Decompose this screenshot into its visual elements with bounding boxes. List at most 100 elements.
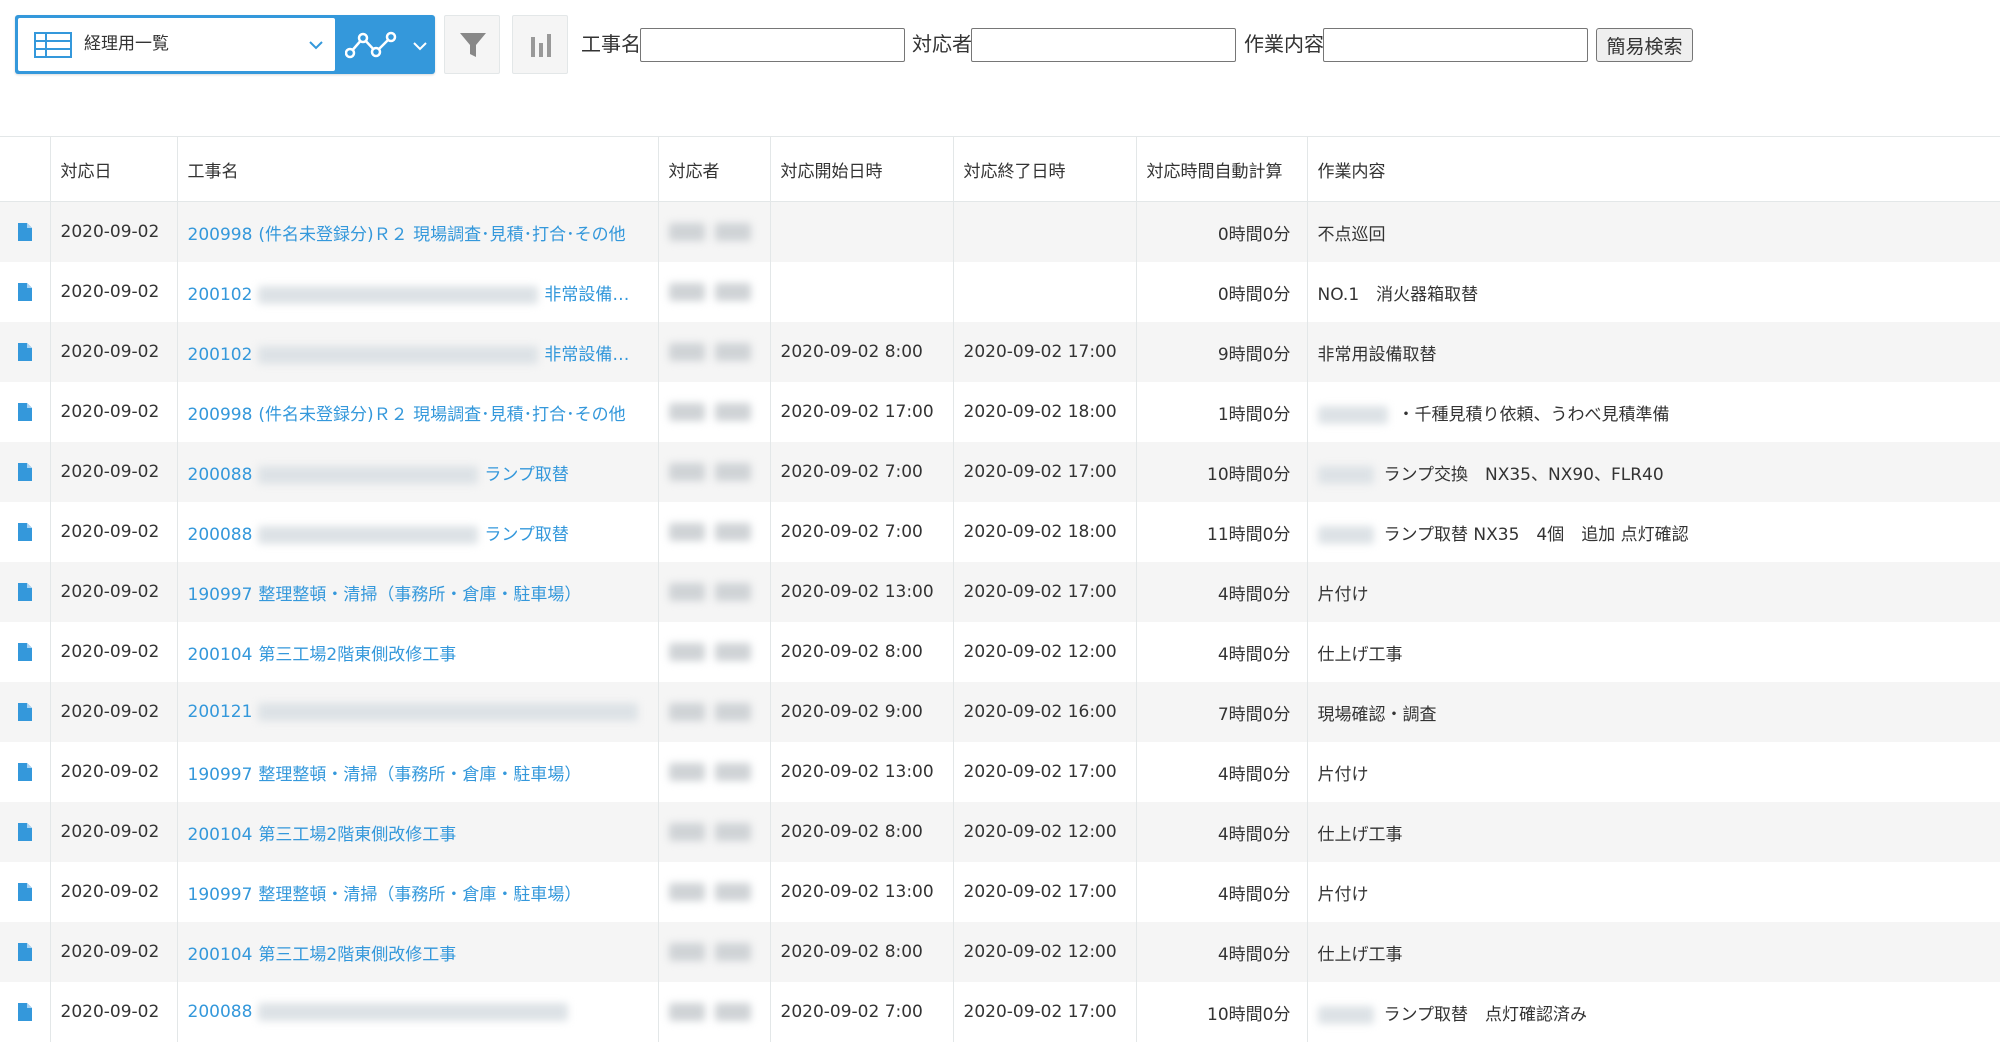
filter-label-project: 工事名 <box>581 32 641 56</box>
project-code-link[interactable]: 200102 <box>188 345 253 365</box>
graph-view-button[interactable] <box>335 15 435 74</box>
project-code-link[interactable]: 200104 <box>188 945 253 965</box>
date-cell: 2020-09-02 <box>50 622 178 682</box>
assignee-input[interactable] <box>971 28 1236 62</box>
table-row: 2020-09-02 200088 2020-09-02 7:00 2020-09-0… <box>0 982 2000 1042</box>
start-datetime-cell: 2020-09-02 7:00 <box>770 982 954 1042</box>
project-cell: 200104 第三工場2階東側改修工事 <box>177 622 659 682</box>
project-name-link[interactable]: ランプ取替 <box>484 525 569 545</box>
view-name: 経理用一覧 <box>84 34 169 54</box>
project-code-link[interactable]: 200088 <box>188 525 253 545</box>
assignee-cell <box>658 922 771 982</box>
project-name-link[interactable]: 第三工場2階東側改修工事 <box>258 825 456 845</box>
end-datetime-cell: 2020-09-02 12:00 <box>953 802 1137 862</box>
project-code-link[interactable]: 200104 <box>188 825 253 845</box>
chart-button[interactable] <box>512 15 568 74</box>
detail-cell[interactable] <box>0 682 51 742</box>
start-datetime-cell: 2020-09-02 17:00 <box>770 382 954 442</box>
assignee-cell <box>658 562 771 622</box>
work-content-text: ランプ交換 NX35、NX90、FLR40 <box>1383 464 1664 485</box>
detail-cell[interactable] <box>0 382 51 442</box>
start-datetime-cell: 2020-09-02 7:00 <box>770 442 954 502</box>
work-content-text: 仕上げ工事 <box>1317 944 1403 965</box>
project-name-link[interactable]: 第三工場2階東側改修工事 <box>258 645 456 665</box>
detail-cell[interactable] <box>0 862 51 922</box>
project-code-link[interactable]: 190997 <box>188 765 253 785</box>
column-header-end[interactable]: 対応終了日時 <box>953 137 1137 202</box>
detail-cell[interactable] <box>0 562 51 622</box>
filter-button[interactable] <box>444 15 500 74</box>
project-code-link[interactable]: 200104 <box>188 645 253 665</box>
redacted-assignee <box>714 583 751 601</box>
quick-search-button[interactable]: 簡易検索 <box>1596 28 1693 62</box>
work-content-cell: ランプ取替 NX35 4個 追加 点灯確認 <box>1307 502 2000 562</box>
detail-cell[interactable] <box>0 262 51 322</box>
graph-icon <box>344 29 397 65</box>
column-header-date[interactable]: 対応日 <box>50 137 178 202</box>
project-name-link[interactable]: 第三工場2階東側改修工事 <box>258 945 456 965</box>
redacted-assignee <box>714 283 751 301</box>
project-code-link[interactable]: 200088 <box>188 1002 253 1022</box>
list-view-icon <box>34 32 72 62</box>
redacted-assignee <box>668 643 705 661</box>
redacted-text <box>1317 1005 1374 1024</box>
redacted-assignee <box>714 763 751 781</box>
work-content-text: 不点巡回 <box>1317 224 1386 245</box>
project-name-link[interactable]: (件名未登録分)Ｒ２ 現場調査･見積･打合･その他 <box>258 225 625 245</box>
column-header-duration[interactable]: 対応時間自動計算 <box>1136 137 1308 202</box>
project-code-link[interactable]: 200088 <box>188 465 253 485</box>
detail-cell[interactable] <box>0 201 51 262</box>
end-datetime-cell: 2020-09-02 18:00 <box>953 382 1137 442</box>
column-header-project[interactable]: 工事名 <box>177 137 659 202</box>
detail-cell[interactable] <box>0 622 51 682</box>
table-body: 2020-09-02 200998 (件名未登録分)Ｒ２ 現場調査･見積･打合･その… <box>0 201 2000 1042</box>
project-code-link[interactable]: 200998 <box>188 405 253 425</box>
assignee-cell <box>658 682 771 742</box>
project-name-link[interactable]: ランプ取替 <box>484 465 569 485</box>
project-name-link[interactable]: 整理整頓・清掃（事務所・倉庫・駐車場） <box>258 585 581 605</box>
project-code-link[interactable]: 200998 <box>188 225 253 245</box>
redacted-assignee <box>668 1003 705 1021</box>
project-name-link[interactable]: 整理整頓・清掃（事務所・倉庫・駐車場） <box>258 885 581 905</box>
project-code-link[interactable]: 200102 <box>188 285 253 305</box>
project-code-link[interactable]: 190997 <box>188 585 253 605</box>
project-name-link[interactable]: 非常設備… <box>544 345 629 365</box>
end-datetime-cell: 2020-09-02 12:00 <box>953 622 1137 682</box>
detail-cell[interactable] <box>0 742 51 802</box>
detail-cell[interactable] <box>0 922 51 982</box>
work-content-cell: 片付け <box>1307 742 2000 802</box>
work-content-input[interactable] <box>1323 28 1588 62</box>
project-name-link[interactable]: (件名未登録分)Ｒ２ 現場調査･見積･打合･その他 <box>258 405 625 425</box>
detail-cell[interactable] <box>0 322 51 382</box>
table-row: 2020-09-02 200998 (件名未登録分)Ｒ２ 現場調査･見積･打合･その… <box>0 201 2000 262</box>
column-header-assignee[interactable]: 対応者 <box>658 137 771 202</box>
assignee-cell <box>658 442 771 502</box>
detail-cell[interactable] <box>0 982 51 1042</box>
project-name-input[interactable] <box>640 28 905 62</box>
start-datetime-cell: 2020-09-02 9:00 <box>770 682 954 742</box>
project-name-link[interactable]: 非常設備… <box>544 285 629 305</box>
project-code-link[interactable]: 190997 <box>188 885 253 905</box>
detail-cell[interactable] <box>0 442 51 502</box>
project-cell: 200102 非常設備… <box>177 262 659 322</box>
redacted-text <box>1317 465 1374 484</box>
project-name-link[interactable]: 整理整頓・清掃（事務所・倉庫・駐車場） <box>258 765 581 785</box>
work-content-cell: 片付け <box>1307 862 2000 922</box>
date-cell: 2020-09-02 <box>50 502 178 562</box>
column-header-start[interactable]: 対応開始日時 <box>770 137 954 202</box>
start-datetime-cell: 2020-09-02 13:00 <box>770 862 954 922</box>
end-datetime-cell: 2020-09-02 17:00 <box>953 862 1137 922</box>
work-content-cell: ランプ取替 点灯確認済み <box>1307 982 2000 1042</box>
end-datetime-cell <box>953 201 1137 262</box>
column-header-work[interactable]: 作業内容 <box>1307 137 2000 202</box>
end-datetime-cell: 2020-09-02 17:00 <box>953 442 1137 502</box>
view-select-dropdown[interactable]: 経理用一覧 <box>18 18 335 71</box>
work-content-cell: NO.1 消火器箱取替 <box>1307 262 2000 322</box>
record-detail-icon <box>17 283 32 301</box>
project-code-link[interactable]: 200121 <box>188 702 253 722</box>
detail-cell[interactable] <box>0 802 51 862</box>
duration-cell: 10時間0分 <box>1136 442 1308 502</box>
redacted-assignee <box>714 343 751 361</box>
detail-cell[interactable] <box>0 502 51 562</box>
bar-chart-icon <box>531 34 551 57</box>
